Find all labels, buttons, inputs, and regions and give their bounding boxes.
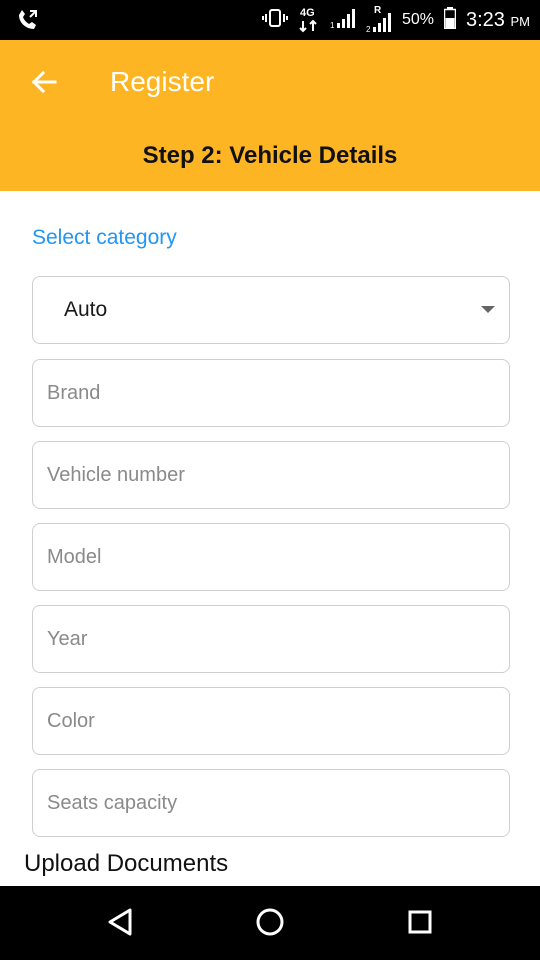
nav-back-button[interactable] (100, 904, 140, 944)
svg-text:1: 1 (330, 21, 335, 29)
seats-capacity-field-box (32, 769, 510, 837)
year-input[interactable] (47, 606, 487, 672)
caret-down-icon (481, 306, 495, 313)
clock: 3:23 PM (466, 8, 530, 31)
status-bar: 4G 1 R 2 50% 3:23 PM (0, 0, 540, 40)
color-input[interactable] (47, 688, 487, 754)
year-field-box (32, 605, 510, 673)
square-recents-icon (406, 908, 434, 941)
phone-icon (16, 9, 40, 31)
category-selected-value: Auto (64, 298, 108, 321)
brand-input[interactable] (47, 360, 487, 426)
brand-field-box (32, 359, 510, 427)
model-field-box (32, 523, 510, 591)
network-4g-icon: 4G (298, 7, 320, 33)
step-title: Step 2: Vehicle Details (142, 142, 398, 169)
battery-icon (443, 6, 457, 34)
nav-recents-button[interactable] (400, 904, 440, 944)
vehicle-number-field-box (32, 441, 510, 509)
app-bar: Register Step 2: Vehicle Details (0, 40, 540, 191)
circle-home-icon (255, 907, 285, 942)
signal-sim2-icon: R 2 (366, 5, 392, 33)
triangle-back-icon (106, 907, 134, 942)
signal-sim1-icon: 1 (330, 7, 356, 34)
vibrate-icon (261, 8, 288, 33)
page-title: Register (110, 66, 215, 97)
seats-capacity-input[interactable] (47, 770, 487, 836)
color-field-box (32, 687, 510, 755)
battery-percent: 50% (401, 11, 434, 28)
category-select[interactable]: Auto (32, 276, 510, 344)
svg-text:2: 2 (366, 25, 371, 33)
model-input[interactable] (47, 524, 487, 590)
vehicle-number-input[interactable] (47, 442, 487, 508)
nav-home-button[interactable] (250, 904, 290, 944)
arrow-left-icon (31, 70, 57, 99)
navigation-bar (0, 886, 540, 960)
back-button[interactable] (22, 62, 66, 106)
category-label: Select category (32, 226, 177, 249)
upload-documents-heading: Upload Documents (24, 850, 229, 877)
